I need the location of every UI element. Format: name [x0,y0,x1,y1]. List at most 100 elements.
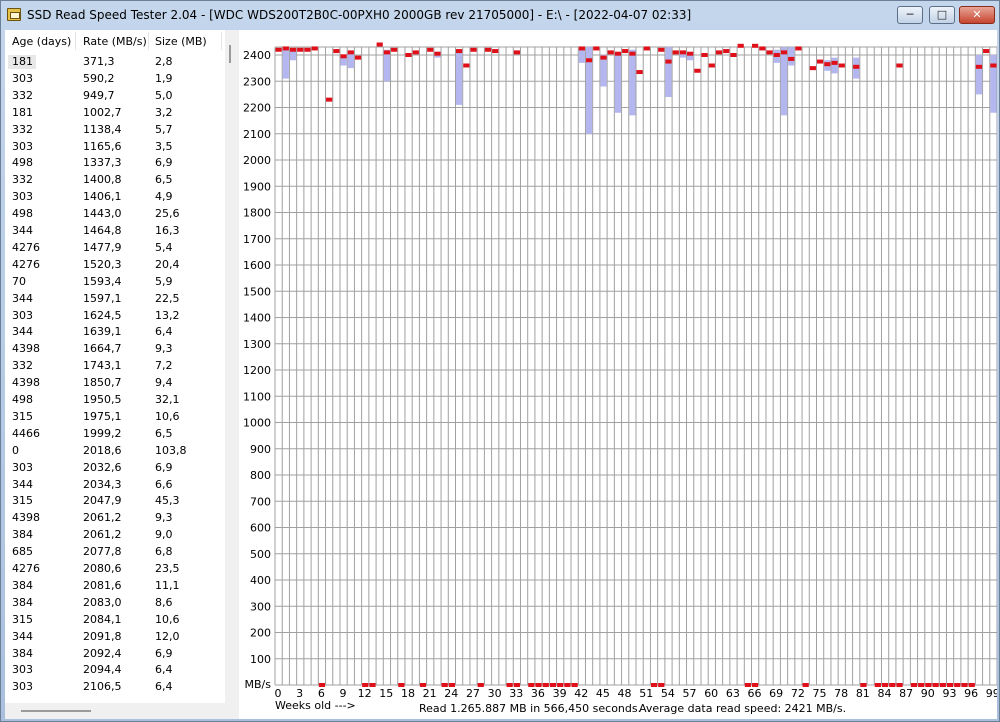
average-speed-marker [600,55,607,60]
average-speed-marker [427,47,434,52]
cell-age: 384 [12,528,33,542]
list-row[interactable]: 0 2018,6 103,8 [5,442,225,459]
list-row[interactable]: 303 1624,5 13,2 [5,307,225,324]
list-header: Age (days) Rate (MB/s) Size (MB) [5,30,225,52]
list-row[interactable]: 332 1138,4 5,7 [5,121,225,138]
close-button[interactable]: ✕ [959,6,995,24]
cell-size: 13,2 [155,308,180,322]
speed-chart-panel: 100 200 300 400 500 600 700 800 900 1000 1100 1200 1… [239,30,1000,719]
cell-rate: 1597,1 [83,291,122,305]
average-speed-marker [607,50,614,55]
column-divider[interactable] [221,32,222,50]
column-header-size[interactable]: Size (MB) [155,35,207,48]
average-speed-marker [665,59,672,64]
list-row[interactable]: 303 1165,6 3,5 [5,138,225,155]
maximize-button[interactable]: □ [929,6,955,24]
list-row[interactable]: 4466 1999,2 6,5 [5,425,225,442]
list-row[interactable]: 685 2077,8 6,8 [5,543,225,560]
list-row[interactable]: 303 1406,1 4,9 [5,188,225,205]
list-row[interactable]: 384 2083,0 8,6 [5,594,225,611]
average-speed-marker [578,46,585,51]
cell-size: 103,8 [155,443,187,457]
speed-range-bar [780,47,788,116]
cell-size: 1,9 [155,71,173,85]
cell-age: 303 [12,71,33,85]
average-speed-marker [766,50,773,55]
list-row[interactable]: 332 1400,8 6,5 [5,171,225,188]
average-speed-marker [622,49,629,54]
list-row[interactable]: 4398 2061,2 9,3 [5,509,225,526]
average-speed-marker [391,47,398,52]
list-row[interactable]: 344 1639,1 6,4 [5,323,225,340]
cell-size: 9,4 [155,376,173,390]
scrollbar-thumb[interactable] [21,710,91,712]
list-row[interactable]: 4398 1664,7 9,3 [5,340,225,357]
list-row[interactable]: 4398 1850,7 9,4 [5,374,225,391]
cell-age: 0 [12,443,19,457]
average-speed-marker [679,50,687,55]
cell-rate: 2106,5 [83,680,122,694]
cell-size: 6,4 [155,663,173,677]
list-row[interactable]: 498 1337,3 6,9 [5,154,225,171]
list-row[interactable]: 384 2092,4 6,9 [5,645,225,662]
list-row[interactable]: 384 2081,6 11,1 [5,577,225,594]
list-row[interactable]: 303 2032,6 6,9 [5,459,225,476]
list-row[interactable]: 498 1950,5 32,1 [5,391,225,408]
list-row[interactable]: 344 2034,3 6,6 [5,476,225,493]
list-row[interactable]: 303 2094,4 6,4 [5,661,225,678]
list-row[interactable]: 181 1002,7 3,2 [5,104,225,121]
cell-rate: 2032,6 [83,460,122,474]
list-row[interactable]: 344 2091,8 12,0 [5,628,225,645]
list-row[interactable]: 315 1975,1 10,6 [5,408,225,425]
cell-rate: 1400,8 [83,173,122,187]
list-row[interactable]: 332 949,7 5,0 [5,87,225,104]
column-header-age[interactable]: Age (days) [12,35,71,48]
average-speed-marker [629,51,636,56]
list-row[interactable]: 344 1464,8 16,3 [5,222,225,239]
y-tick-label: 400 [250,574,271,587]
list-row[interactable]: 4276 2080,6 23,5 [5,560,225,577]
cell-size: 7,2 [155,359,173,373]
vertical-scrollbar[interactable] [225,30,237,703]
average-speed-marker [824,62,831,67]
average-speed-marker [853,64,860,69]
x-tick-label: 48 [618,687,632,700]
list-row[interactable]: 4276 1477,9 5,4 [5,239,225,256]
speed-range-bar [614,55,622,113]
list-row[interactable]: 70 1593,4 5,9 [5,273,225,290]
column-header-rate[interactable]: Rate (MB/s) [83,35,147,48]
list-row[interactable]: 303 590,2 1,9 [5,70,225,87]
horizontal-scrollbar[interactable] [5,703,237,719]
average-speed-marker [593,46,600,51]
cell-rate: 1520,3 [83,257,122,271]
cell-size: 5,0 [155,88,173,102]
cell-age: 181 [12,105,33,119]
title-bar[interactable]: SSD Read Speed Tester 2.04 - [WDC WDS200… [1,1,999,29]
list-row[interactable]: 332 1743,1 7,2 [5,357,225,374]
cell-rate: 2092,4 [83,646,122,660]
column-divider[interactable] [75,32,76,50]
list-row[interactable]: 498 1443,0 25,6 [5,205,225,222]
cell-rate: 1850,7 [83,376,122,390]
column-divider[interactable] [148,32,149,50]
cell-age: 4398 [12,342,40,356]
list-row[interactable]: 181 371,3 2,8 [5,53,225,70]
list-row[interactable]: 315 2047,9 45,3 [5,492,225,509]
y-axis-unit-label: MB/s [245,678,272,691]
cell-age: 303 [12,460,33,474]
cell-age: 332 [12,359,33,373]
list-row[interactable]: 384 2061,2 9,0 [5,526,225,543]
minimize-button[interactable]: ─ [897,6,923,24]
speed-range-bar [383,49,391,82]
cell-age: 181 [8,55,36,69]
y-tick-label: 1100 [243,390,271,403]
file-list-panel: Age (days) Rate (MB/s) Size (MB) 181 371,… [5,30,237,719]
list-row[interactable]: 4276 1520,3 20,4 [5,256,225,273]
cell-rate: 371,3 [83,55,115,68]
list-row[interactable]: 344 1597,1 22,5 [5,290,225,307]
list-row[interactable]: 315 2084,1 10,6 [5,611,225,628]
cell-age: 303 [12,663,33,677]
x-tick-label: 63 [726,687,740,700]
list-row[interactable]: 303 2106,5 6,4 [5,678,225,695]
scrollbar-thumb[interactable] [229,45,231,63]
